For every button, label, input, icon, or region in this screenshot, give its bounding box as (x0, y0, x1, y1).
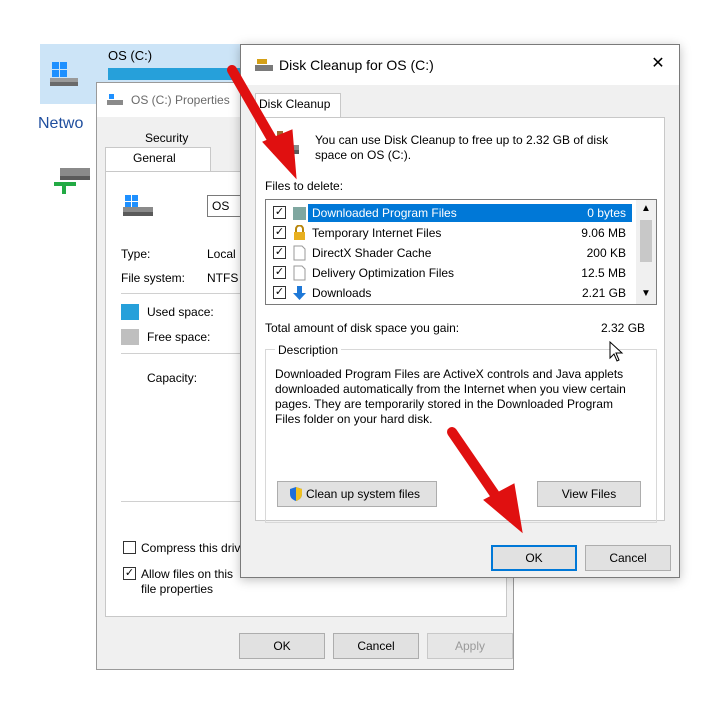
red-arrow-icon-1 (227, 65, 297, 180)
red-arrow-icon-2 (447, 427, 523, 534)
annotation-arrows (227, 65, 523, 534)
